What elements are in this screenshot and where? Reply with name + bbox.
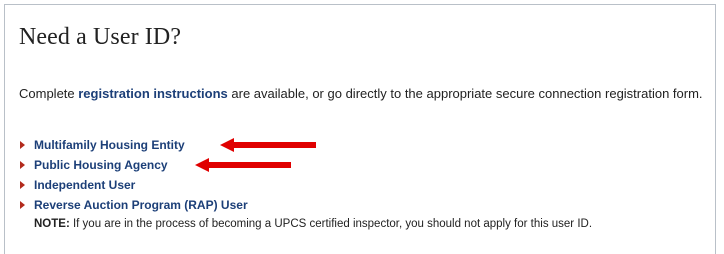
reverse-auction-program-link[interactable]: Reverse Auction Program (RAP) User [34,198,248,212]
triangle-right-icon [20,201,25,209]
intro-suffix: are available, or go directly to the app… [227,86,703,101]
arrow-left-icon [220,138,316,152]
arrow-left-icon [195,158,291,172]
triangle-right-icon [20,161,25,169]
triangle-right-icon [20,141,25,149]
multifamily-housing-entity-link[interactable]: Multifamily Housing Entity [34,138,185,152]
note-label: NOTE: [34,218,70,230]
user-id-panel: Need a User ID? Complete registration in… [4,4,716,254]
list-item-independent-user: Independent User [19,175,248,195]
public-housing-agency-link[interactable]: Public Housing Agency [34,158,168,172]
inspector-note: NOTE: If you are in the process of becom… [34,216,592,232]
list-item-multifamily: Multifamily Housing Entity [19,135,316,155]
list-item-rap-user: Reverse Auction Program (RAP) User [19,195,248,215]
registration-links: Multifamily Housing Entity Public Housin… [19,135,316,215]
list-item-public-housing: Public Housing Agency [19,155,291,175]
intro-prefix: Complete [19,86,79,101]
independent-user-link[interactable]: Independent User [34,178,135,192]
intro-text: Complete registration instructions are a… [19,85,709,103]
registration-instructions-link[interactable]: registration instructions [78,86,228,101]
triangle-right-icon [20,181,25,189]
note-text: If you are in the process of becoming a … [69,218,593,230]
page-title: Need a User ID? [19,24,182,50]
